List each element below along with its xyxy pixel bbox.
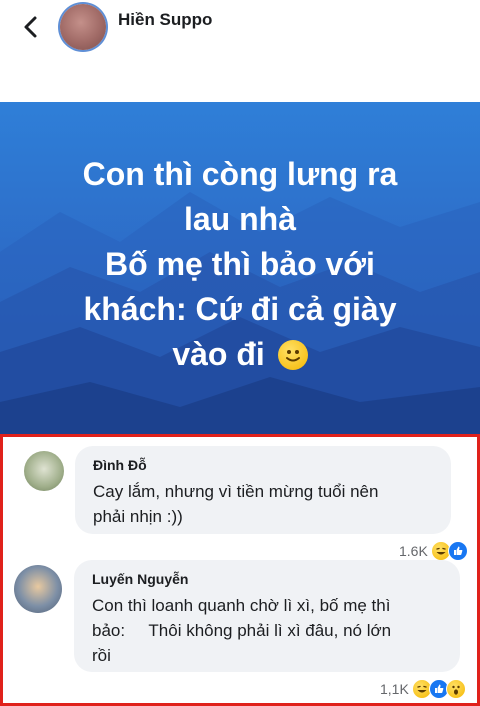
comment-bubble[interactable]: Đình Đỗ Cay lắm, nhưng vì tiền mừng tuổi… <box>75 446 451 534</box>
post-line: lau nhà <box>183 201 296 237</box>
post-line: Bố mẹ thì bảo với <box>105 246 375 282</box>
post-text: Con thì còng lưng ra lau nhà Bố mẹ thì b… <box>0 152 480 377</box>
commenter-avatar[interactable] <box>14 565 62 613</box>
comment-line: Cay lắm, nhưng vì tiền mừng tuổi nên <box>93 482 379 501</box>
comment-line: phải nhịn :)) <box>93 507 183 526</box>
reaction-count: 1.6K <box>399 543 428 559</box>
post-line: khách: Cứ đi cả giày <box>83 291 397 327</box>
reaction-summary[interactable]: 1,1K <box>380 679 466 699</box>
commenter-name[interactable]: Luyến Nguyễn <box>92 571 188 587</box>
comment-line: rồi <box>92 646 111 665</box>
back-chevron-icon[interactable] <box>20 12 44 42</box>
comment-line: bảo: Thôi không phải lì xì đâu, nó lớn <box>92 621 392 640</box>
comment-text: Con thì loanh quanh chờ lì xì, bố mẹ thì… <box>92 593 442 668</box>
post-line: vào đi <box>172 336 265 372</box>
reaction-summary[interactable]: 1.6K <box>399 541 468 561</box>
post-header: Hiền Suppo <box>0 0 480 102</box>
commenter-name[interactable]: Đình Đỗ <box>93 457 147 473</box>
wow-reaction-icon <box>445 679 466 699</box>
author-name[interactable]: Hiền Suppo <box>118 10 212 30</box>
commenter-avatar[interactable] <box>24 451 64 491</box>
comment-bubble[interactable]: Luyến Nguyễn Con thì loanh quanh chờ lì … <box>74 560 460 672</box>
smiley-emoji-icon <box>277 340 308 370</box>
comment-line: Con thì loanh quanh chờ lì xì, bố mẹ thì <box>92 596 391 615</box>
post-content: Con thì còng lưng ra lau nhà Bố mẹ thì b… <box>0 102 480 434</box>
comments-section: Đình Đỗ Cay lắm, nhưng vì tiền mừng tuổi… <box>0 434 480 706</box>
comment-text: Cay lắm, nhưng vì tiền mừng tuổi nên phả… <box>93 479 378 529</box>
author-avatar[interactable] <box>60 4 106 50</box>
like-reaction-icon <box>447 541 468 561</box>
reaction-count: 1,1K <box>380 681 409 697</box>
post-line-last: vào đi <box>0 332 480 377</box>
post-line: Con thì còng lưng ra <box>82 156 398 192</box>
